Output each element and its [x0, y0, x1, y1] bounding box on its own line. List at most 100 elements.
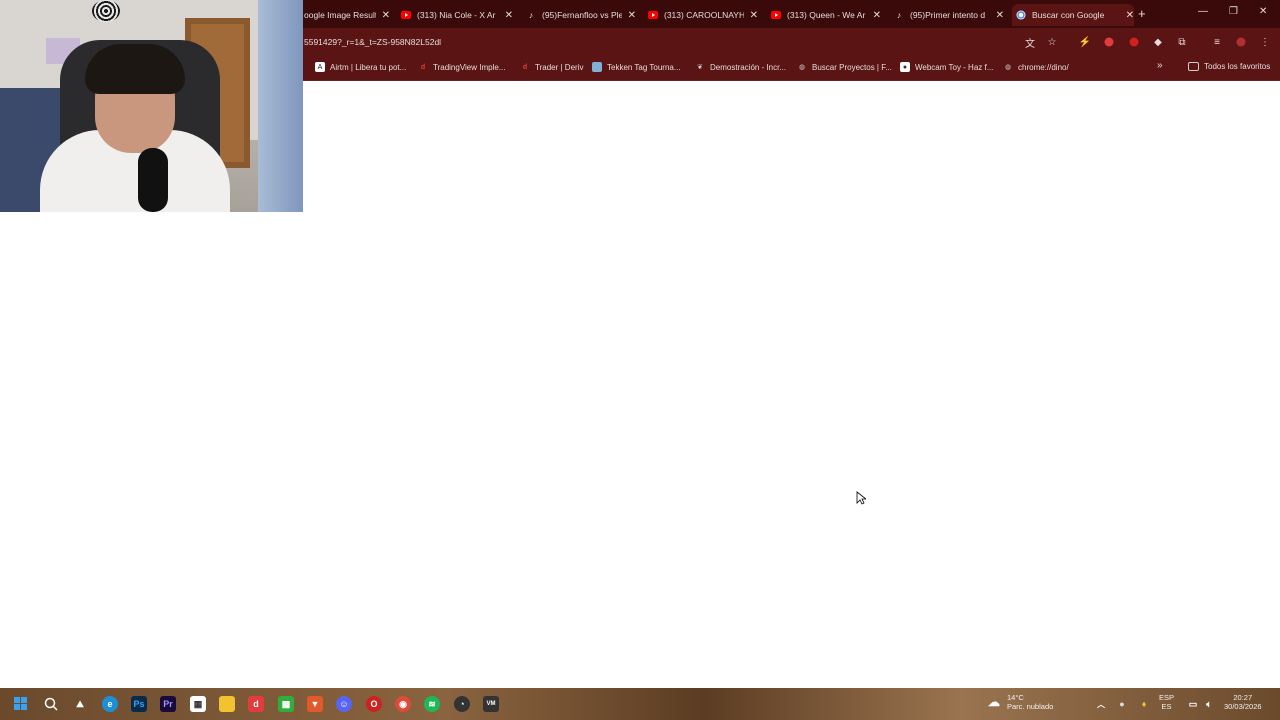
- voicemeeter-icon[interactable]: VM: [483, 696, 499, 712]
- mouse-cursor-icon: [856, 491, 866, 505]
- opera-icon[interactable]: O: [366, 696, 382, 712]
- spotify-icon[interactable]: ≋: [424, 696, 440, 712]
- tab-close-icon[interactable]: ✕: [996, 10, 1004, 21]
- weather-desc: Parc. nublado: [1007, 702, 1054, 711]
- folder-icon: [1188, 62, 1199, 71]
- language-top: ESP: [1159, 693, 1175, 702]
- bookmark-label: Webcam Toy - Haz f...: [915, 62, 994, 72]
- tab-primer-intento[interactable]: ♪ (95)Primer intento d ✕: [894, 4, 1004, 26]
- bookmark-airtm[interactable]: A Airtm | Libera tu pot...: [315, 62, 406, 72]
- tab-nia-cole[interactable]: (313) Nia Cole - X Ar ✕: [401, 4, 513, 26]
- close-window-button[interactable]: ✕: [1259, 6, 1267, 17]
- bookmark-chrome-dino[interactable]: ◍ chrome://dino/: [1003, 62, 1069, 72]
- store-icon[interactable]: ▦: [190, 696, 206, 712]
- network-icon[interactable]: ▭: [1185, 696, 1201, 712]
- bookmark-label: Tekken Tag Tourna...: [607, 62, 681, 72]
- clock-time: 20:27: [1233, 693, 1253, 702]
- bookmark-label: chrome://dino/: [1018, 62, 1069, 72]
- weather-temp: 14°C: [1007, 693, 1024, 702]
- clock[interactable]: 20:27 30/03/2026: [1224, 693, 1262, 711]
- bookmark-tradingview[interactable]: d TradingView Imple...: [418, 62, 506, 72]
- photoshop-icon[interactable]: Ps: [131, 696, 147, 712]
- all-bookmarks-folder[interactable]: Todos los favoritos: [1188, 62, 1270, 71]
- tiktok-icon: ♪: [528, 10, 534, 20]
- bookmark-star-icon[interactable]: ☆: [1046, 36, 1058, 48]
- tab-close-icon[interactable]: ✕: [382, 10, 390, 21]
- address-bar[interactable]: 5591429?_r=1&_t=ZS-958N82L52dl: [304, 37, 441, 47]
- extension-badge-icon[interactable]: [1128, 36, 1140, 48]
- profile-avatar-icon[interactable]: [1235, 36, 1247, 48]
- weather-widget[interactable]: 14°C Parc. nublado: [1007, 693, 1053, 711]
- tab-title: (313) Queen - We Ar: [787, 10, 866, 20]
- tab-close-icon[interactable]: ✕: [505, 10, 513, 21]
- tab-title: (313) CAROOLNAYHE: [664, 10, 744, 20]
- tray-overflow-chevron-icon[interactable]: ︿: [1093, 696, 1109, 712]
- menu-kebab-icon[interactable]: ⋮: [1259, 36, 1271, 48]
- file-explorer-icon[interactable]: [219, 696, 235, 712]
- tray-mic-icon[interactable]: ♦: [1136, 696, 1152, 712]
- tiktok-icon: ♪: [896, 10, 902, 20]
- tab-title: Buscar con Google: [1032, 10, 1105, 20]
- task-view-icon[interactable]: ⛰: [72, 696, 88, 712]
- tray-app-icon[interactable]: ●: [1114, 696, 1130, 712]
- bookmark-label: Demostración - Incr...: [710, 62, 787, 72]
- globe-icon: ◍: [798, 64, 806, 71]
- deriv-icon: d: [420, 63, 426, 71]
- weather-cloud-icon[interactable]: ☁: [986, 694, 1002, 710]
- brave-icon[interactable]: ▼: [307, 696, 323, 712]
- media-control-icon[interactable]: ≡: [1211, 36, 1223, 48]
- tab-buscar-con-google[interactable]: Buscar con Google ✕: [1012, 4, 1134, 26]
- tab-close-icon[interactable]: ✕: [1126, 10, 1134, 21]
- language-bottom: ES: [1161, 702, 1172, 711]
- bookmark-label: Trader | Deriv: [535, 62, 584, 72]
- extension-icon[interactable]: ⚡: [1079, 36, 1091, 48]
- tab-queen[interactable]: (313) Queen - We Ar ✕: [771, 4, 881, 26]
- google-icon: [1016, 10, 1026, 20]
- search-icon[interactable]: [43, 696, 59, 712]
- bookmark-tekken[interactable]: Tekken Tag Tourna...: [592, 62, 681, 72]
- tab-fernanfloo[interactable]: ♪ (95)Fernanfloo vs Ple ✕: [526, 4, 636, 26]
- taskbar: ⛰ e Ps Pr ▦ d ▩ ▼ ☺ O ◉ ≋ ◔ VM ☁ 14°C Pa…: [0, 688, 1280, 720]
- minimize-button[interactable]: —: [1198, 6, 1208, 17]
- bookmark-demostracion[interactable]: ❦ Demostración - Incr...: [695, 62, 786, 72]
- tab-title: (313) Nia Cole - X Ar: [417, 10, 496, 20]
- new-tab-button[interactable]: +: [1138, 6, 1146, 21]
- bookmark-webcam-toy[interactable]: ● Webcam Toy - Haz f...: [900, 62, 993, 72]
- spiral-icon: [92, 0, 120, 22]
- youtube-icon: [648, 10, 658, 20]
- discord-icon[interactable]: ☺: [336, 696, 352, 712]
- youtube-icon: [771, 10, 781, 20]
- tekken-icon: [592, 62, 602, 72]
- maximize-button[interactable]: ❐: [1229, 6, 1238, 17]
- bookmark-label: Buscar Proyectos | F...: [812, 62, 892, 72]
- language-indicator[interactable]: ESP ES: [1159, 693, 1174, 711]
- bookmarks-overflow-button[interactable]: »: [1157, 60, 1163, 71]
- chrome-icon[interactable]: ◉: [395, 696, 411, 712]
- translate-icon[interactable]: 文: [1024, 36, 1036, 50]
- bookmark-deriv[interactable]: d Trader | Deriv: [520, 62, 584, 72]
- tab-close-icon[interactable]: ✕: [628, 10, 636, 21]
- clock-date: 30/03/2026: [1224, 702, 1262, 711]
- tab-google-image-result[interactable]: oogle Image Result ✕: [304, 4, 390, 26]
- windows-start-icon[interactable]: [13, 696, 29, 712]
- bookmark-label: TradingView Imple...: [433, 62, 506, 72]
- airtm-icon: A: [315, 62, 325, 72]
- deriv-app-icon[interactable]: d: [248, 696, 264, 712]
- tab-title: oogle Image Result: [304, 10, 376, 20]
- globe-icon: ◍: [1004, 64, 1012, 71]
- bookmark-buscar-proyectos[interactable]: ◍ Buscar Proyectos | F...: [797, 62, 892, 72]
- edge-icon[interactable]: e: [102, 696, 118, 712]
- tab-caroolnayhe[interactable]: (313) CAROOLNAYHE ✕: [648, 4, 758, 26]
- page-content: [0, 81, 1280, 688]
- premiere-icon[interactable]: Pr: [160, 696, 176, 712]
- volume-icon[interactable]: 🔈︎: [1201, 696, 1217, 712]
- leaf-icon: ❦: [697, 64, 703, 71]
- extension-diamond-icon[interactable]: ◆: [1152, 36, 1164, 48]
- obs-icon[interactable]: ◔: [454, 696, 470, 712]
- extension-record-icon[interactable]: [1103, 36, 1115, 48]
- extensions-puzzle-icon[interactable]: ⧉: [1176, 36, 1188, 48]
- tab-close-icon[interactable]: ✕: [750, 10, 758, 21]
- tab-close-icon[interactable]: ✕: [873, 10, 881, 21]
- bookmark-label: Airtm | Libera tu pot...: [330, 62, 407, 72]
- minecraft-icon[interactable]: ▩: [278, 696, 294, 712]
